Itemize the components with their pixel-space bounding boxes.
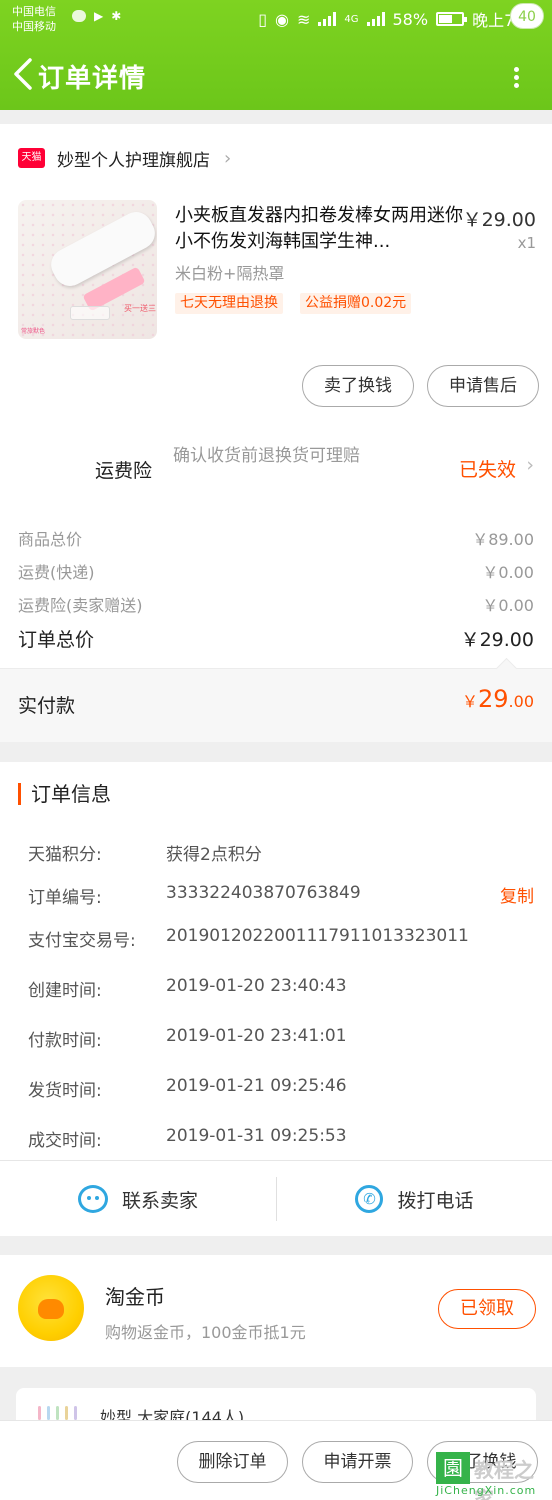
info-key: 发货时间: xyxy=(28,1081,102,1101)
price-value: ￥89.00 xyxy=(472,530,534,549)
info-key: 支付宝交易号: xyxy=(28,931,136,951)
play-icon: ▶ xyxy=(94,9,104,23)
paid-integer: 29 xyxy=(478,685,509,713)
message-badge: 40 xyxy=(510,3,544,29)
price-label: 订单总价 xyxy=(18,629,95,651)
shop-name: 妙型个人护理旗舰店 xyxy=(57,150,210,171)
info-value: 333322403870763849 xyxy=(166,883,361,903)
info-value: 2019-01-20 23:40:43 xyxy=(166,976,347,996)
taobao-coin-card: 淘金币 购物返金币，100金币抵1元 已领取 xyxy=(0,1255,552,1367)
nav-bar: 订单详情 xyxy=(0,40,552,110)
product-title[interactable]: 小夹板直发器内扣卷发棒女两用迷你小不伤发刘海韩国学生神... xyxy=(175,203,465,255)
wechat-icon xyxy=(72,10,86,22)
call-phone-button[interactable]: ✆ 拨打电话 xyxy=(277,1161,552,1237)
info-value: 2019-01-20 23:41:01 xyxy=(166,1026,347,1046)
watermark-logo-icon: 園 xyxy=(436,1452,470,1484)
status-bar: 中国电信 中国移动 ▶ ✱ ▯ ◉ ≋ 4G 58% 晚上7:16 xyxy=(0,0,552,38)
delete-order-button[interactable]: 删除订单 xyxy=(177,1441,288,1483)
info-value: 2019-01-21 09:25:46 xyxy=(166,1076,347,1096)
product-image-tag: 买一送三 xyxy=(124,304,156,313)
eye-icon: ◉ xyxy=(275,9,289,29)
top-bar: 中国电信 中国移动 ▶ ✱ ▯ ◉ ≋ 4G 58% 晚上7:16 订单详情 4… xyxy=(0,0,552,110)
return-policy-tag: 七天无理由退换 xyxy=(175,293,283,314)
price-value: ￥0.00 xyxy=(482,596,534,615)
price-label: 商品总价 xyxy=(18,530,83,549)
info-key: 订单编号: xyxy=(28,888,102,908)
contact-bar: 联系卖家 ✆ 拨打电话 xyxy=(0,1160,552,1236)
info-key: 创建时间: xyxy=(28,981,102,1001)
contact-seller-label: 联系卖家 xyxy=(121,1189,198,1212)
info-value: 2019012022001117911013323011 xyxy=(166,926,469,946)
paid-currency: ￥ xyxy=(461,692,478,711)
price-label: 运费(快递) xyxy=(18,563,95,582)
notification-icon: ✱ xyxy=(111,9,122,23)
product-price: ￥29.00 xyxy=(462,209,536,231)
member-avatars xyxy=(38,1406,77,1420)
product-spec: 米白粉+隔热罩 xyxy=(175,264,285,283)
more-menu-icon[interactable] xyxy=(508,64,524,94)
watermark-url: JiChengXin.com xyxy=(436,1484,537,1497)
shipping-insurance-desc: 确认收货前退换货可理赔 xyxy=(173,446,360,466)
sell-exchange-button[interactable]: 卖了换钱 xyxy=(302,365,414,407)
product-image-brand: 常旅默色 xyxy=(21,328,46,335)
product-quantity: x1 xyxy=(517,234,536,252)
signal-icon xyxy=(318,12,337,26)
battery-percent: 58% xyxy=(392,9,429,29)
paid-amount-box: 实付款 ￥29.00 xyxy=(0,668,552,742)
info-key: 付款时间: xyxy=(28,1031,102,1051)
signal-icon-2 xyxy=(366,12,385,26)
battery-icon xyxy=(436,12,468,26)
carrier-info: 中国电信 中国移动 xyxy=(12,4,56,34)
coin-desc: 购物返金币，100金币抵1元 xyxy=(105,1323,306,1342)
carrier-2: 中国移动 xyxy=(12,20,56,33)
contact-seller-button[interactable]: 联系卖家 xyxy=(0,1161,276,1237)
price-row-goods: 商品总价 ￥89.00 xyxy=(18,526,534,550)
status-right: ▯ ◉ ≋ 4G 58% 晚上7:16 xyxy=(258,7,540,31)
wifi-icon: ≋ xyxy=(296,9,311,29)
chat-icon xyxy=(77,1185,108,1213)
vibrate-icon: ▯ xyxy=(258,9,267,29)
chevron-right-icon[interactable]: › xyxy=(526,454,534,476)
back-arrow-icon[interactable] xyxy=(10,56,36,92)
network-type: 4G xyxy=(344,13,359,25)
paid-label: 实付款 xyxy=(18,695,76,717)
price-value: ￥29.00 xyxy=(460,629,534,651)
coin-claimed-button[interactable]: 已领取 xyxy=(438,1289,536,1329)
shop-row[interactable]: 天猫 妙型个人护理旗舰店 › xyxy=(18,146,232,171)
carrier-1: 中国电信 xyxy=(12,5,56,18)
tmall-icon: 天猫 xyxy=(18,148,45,168)
copy-button[interactable]: 复制 xyxy=(500,882,534,907)
order-info-title: 订单信息 xyxy=(18,783,111,805)
price-row-total: 订单总价 ￥29.00 xyxy=(18,625,534,652)
price-label: 运费险(卖家赠送) xyxy=(18,596,143,615)
charity-tag: 公益捐赠0.02元 xyxy=(300,293,412,314)
coin-title: 淘金币 xyxy=(105,1285,165,1309)
phone-icon: ✆ xyxy=(355,1185,384,1213)
paid-value: ￥29.00 xyxy=(462,685,534,713)
info-key: 天猫积分: xyxy=(28,845,102,865)
product-image[interactable]: 买一送三 常旅默色 xyxy=(18,200,157,339)
price-value: ￥0.00 xyxy=(482,563,534,582)
chevron-right-icon: › xyxy=(224,147,232,169)
after-sale-button[interactable]: 申请售后 xyxy=(427,365,539,407)
info-value: 获得2点积分 xyxy=(166,845,262,865)
site-watermark: 園 教程之家 JiChengXin.com xyxy=(436,1452,548,1500)
info-key: 成交时间: xyxy=(28,1131,102,1151)
price-row-shipping: 运费(快递) ￥0.00 xyxy=(18,559,534,583)
shipping-insurance-status[interactable]: 已失效 xyxy=(459,455,516,482)
page-title: 订单详情 xyxy=(38,64,147,94)
request-invoice-button[interactable]: 申请开票 xyxy=(302,1441,413,1483)
gold-coin-icon xyxy=(18,1275,84,1341)
call-phone-label: 拨打电话 xyxy=(397,1189,474,1212)
price-row-insurance: 运费险(卖家赠送) ￥0.00 xyxy=(18,592,534,616)
info-value: 2019-01-31 09:25:53 xyxy=(166,1126,347,1146)
paid-decimal: .00 xyxy=(508,692,534,711)
shipping-insurance-label: 运费险 xyxy=(95,460,153,482)
notification-icons: ▶ ✱ xyxy=(72,9,121,23)
